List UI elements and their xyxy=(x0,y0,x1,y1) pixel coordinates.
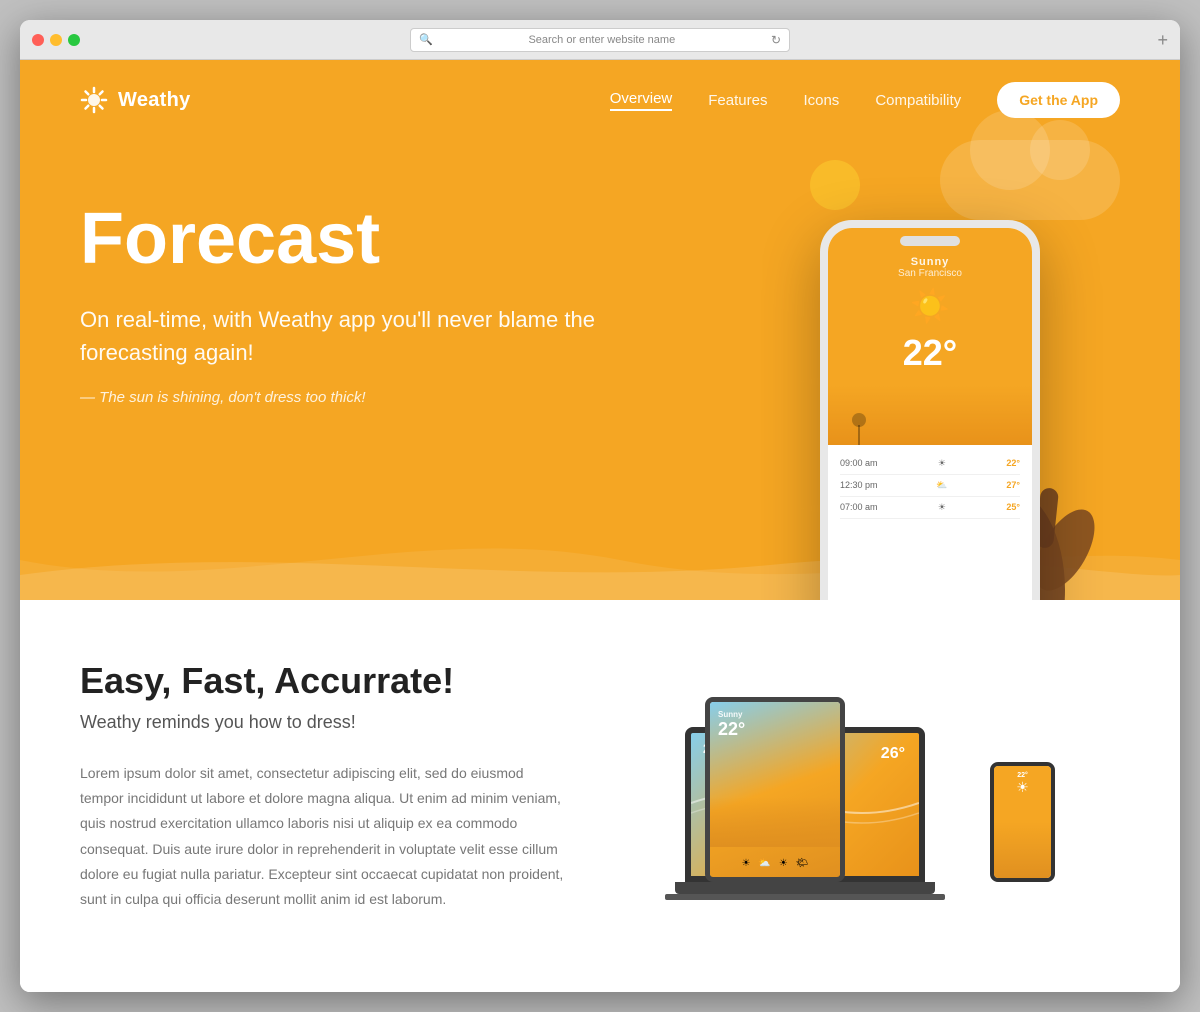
browser-chrome: 🔍 Search or enter website name ↻ + xyxy=(20,20,1180,60)
phone-weather-top: Sunny San Francisco ☀️ 22° xyxy=(828,228,1032,385)
nav-link-compatibility[interactable]: Compatibility xyxy=(875,92,961,109)
nav-links: Overview Features Icons Compatibility Ge… xyxy=(610,82,1120,118)
phone-notch xyxy=(900,236,960,246)
tablet-screen: Sunny 22° ☀ ⛅ ☀ xyxy=(710,702,840,877)
small-phone-screen: 22° ☀ xyxy=(994,766,1051,878)
phone-list-row: 12:30 pm ⛅ 27° xyxy=(840,475,1020,497)
icon-1: ☀ xyxy=(938,458,946,469)
temp-3: 25° xyxy=(1006,502,1020,512)
devices-area: 26° Sunny 22° xyxy=(630,660,1120,900)
hero-content: Forecast On real-time, with Weathy app y… xyxy=(20,140,1180,506)
icon-3: ☀ xyxy=(938,502,946,513)
logo-icon xyxy=(80,86,108,114)
hero-subtitle: On real-time, with Weathy app you'll nev… xyxy=(80,303,620,369)
website-content: Weathy Overview Features Icons Compatibi… xyxy=(20,60,1180,992)
tablet-condition: Sunny xyxy=(718,710,832,719)
phone-frame: Sunny San Francisco ☀️ 22° xyxy=(820,220,1040,600)
phone-scenery xyxy=(828,385,1032,445)
nav-link-features[interactable]: Features xyxy=(708,92,767,109)
address-text: Search or enter website name xyxy=(439,34,765,46)
close-button[interactable] xyxy=(32,34,44,46)
logo: Weathy xyxy=(80,86,191,114)
time-3: 07:00 am xyxy=(840,502,878,512)
devices-wrapper: 26° Sunny 22° xyxy=(685,680,1065,900)
features-section: Easy, Fast, Accurrate! Weathy reminds yo… xyxy=(20,600,1180,992)
traffic-lights xyxy=(32,34,80,46)
address-bar[interactable]: 🔍 Search or enter website name ↻ xyxy=(410,28,790,52)
small-phone-icon: ☀ xyxy=(1000,779,1045,796)
features-tagline: Weathy reminds you how to dress! xyxy=(80,712,570,733)
tablet-bottom-row: ☀ ⛅ ☀ 🌤 xyxy=(710,858,840,869)
time-1: 09:00 am xyxy=(840,458,878,468)
temp-2: 27° xyxy=(1006,480,1020,490)
small-phone-mockup: 22° ☀ xyxy=(990,762,1055,882)
logo-text: Weathy xyxy=(118,89,191,112)
laptop-foot xyxy=(665,894,945,900)
minimize-button[interactable] xyxy=(50,34,62,46)
navigation: Weathy Overview Features Icons Compatibi… xyxy=(20,60,1180,140)
tablet-temp: 22° xyxy=(718,719,832,740)
laptop-base xyxy=(675,882,935,894)
phone-list-row: 09:00 am ☀ 22° xyxy=(840,453,1020,475)
refresh-icon[interactable]: ↻ xyxy=(771,33,781,47)
nav-link-icons[interactable]: Icons xyxy=(803,92,839,109)
features-text: Easy, Fast, Accurrate! Weathy reminds yo… xyxy=(80,660,570,912)
get-app-button[interactable]: Get the App xyxy=(997,82,1120,118)
phone-list-row: 07:00 am ☀ 25° xyxy=(840,497,1020,519)
time-2: 12:30 pm xyxy=(840,480,878,490)
search-icon: 🔍 xyxy=(419,33,433,46)
phone-screen: Sunny San Francisco ☀️ 22° xyxy=(828,228,1032,600)
temp-1: 22° xyxy=(1006,458,1020,468)
maximize-button[interactable] xyxy=(68,34,80,46)
browser-window: 🔍 Search or enter website name ↻ + xyxy=(20,20,1180,992)
phone-location: San Francisco xyxy=(840,268,1020,279)
phone-condition: Sunny xyxy=(840,256,1020,268)
hero-text: Forecast On real-time, with Weathy app y… xyxy=(80,180,620,406)
small-phone-temp: 22° xyxy=(1000,772,1045,779)
tablet-mockup: Sunny 22° ☀ ⛅ ☀ xyxy=(705,697,845,882)
phone-temperature: 22° xyxy=(840,333,1020,373)
phone-forecast-list: 09:00 am ☀ 22° 12:30 pm ⛅ 27° xyxy=(828,445,1032,527)
icon-2: ⛅ xyxy=(936,480,947,491)
hero-tagline: — The sun is shining, don't dress too th… xyxy=(80,389,620,406)
features-title: Easy, Fast, Accurrate! xyxy=(80,660,570,702)
features-body: Lorem ipsum dolor sit amet, consectetur … xyxy=(80,761,570,912)
small-phone-content: 22° ☀ xyxy=(994,766,1051,802)
hero-phone-mockup: Sunny San Francisco ☀️ 22° xyxy=(740,110,1120,600)
features-layout: Easy, Fast, Accurrate! Weathy reminds yo… xyxy=(80,660,1120,912)
new-tab-button[interactable]: + xyxy=(1157,31,1168,49)
nav-link-overview[interactable]: Overview xyxy=(610,90,673,111)
hero-section: Weathy Overview Features Icons Compatibi… xyxy=(20,60,1180,600)
hero-title: Forecast xyxy=(80,200,620,279)
